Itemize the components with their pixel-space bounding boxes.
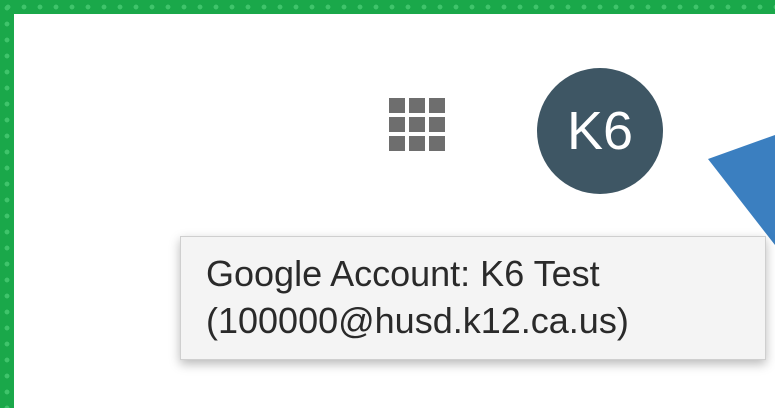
account-avatar[interactable]: K6 xyxy=(537,68,663,194)
account-tooltip: Google Account: K6 Test (100000@husd.k12… xyxy=(180,236,766,360)
tooltip-account-name: Google Account: K6 Test xyxy=(206,253,600,294)
pointer-arrow-shape xyxy=(708,135,775,245)
frame-dots-left xyxy=(0,0,14,408)
tooltip-account-email: (100000@husd.k12.ca.us) xyxy=(206,300,629,341)
apps-grid-dot xyxy=(409,98,425,113)
apps-grid-dot xyxy=(389,117,405,132)
apps-grid-dot xyxy=(389,98,405,113)
apps-grid-dot xyxy=(409,117,425,132)
pointer-arrow-icon xyxy=(708,135,775,245)
apps-grid-dot xyxy=(389,136,405,151)
frame-dots-top xyxy=(0,0,775,14)
apps-grid-dot xyxy=(429,98,445,113)
apps-grid-icon[interactable] xyxy=(389,98,449,158)
avatar-initials: K6 xyxy=(566,101,634,161)
apps-grid-dot xyxy=(429,136,445,151)
apps-grid-dot xyxy=(429,117,445,132)
apps-grid-dot xyxy=(409,136,425,151)
